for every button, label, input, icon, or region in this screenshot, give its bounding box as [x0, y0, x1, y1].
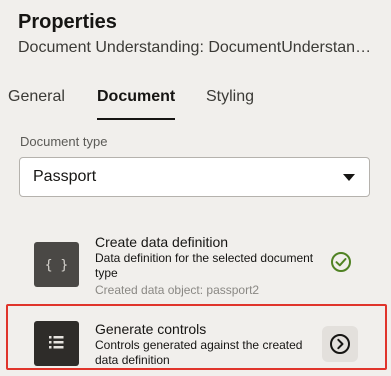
tab-bar: General Document Styling	[0, 86, 391, 122]
form-list-icon	[34, 321, 79, 366]
step-meta: Created data object: passport2	[95, 283, 260, 297]
panel-title: Properties	[18, 11, 117, 33]
document-type-select[interactable]: Passport	[19, 157, 370, 197]
tab-document[interactable]: Document	[97, 86, 176, 120]
properties-panel: Properties Document Understanding: Docum…	[0, 0, 391, 376]
step-generate-controls: Generate controls Controls generated aga…	[34, 321, 369, 368]
step-title: Generate controls	[95, 321, 207, 337]
caret-down-icon	[343, 174, 355, 181]
tab-general[interactable]: General	[8, 86, 65, 108]
step-description: Controls generated against the created d…	[95, 338, 303, 367]
step-title: Create data definition	[95, 234, 229, 250]
panel-subtitle: Document Understanding: DocumentUndersta…	[18, 39, 374, 56]
chevron-right-circle-icon	[330, 334, 350, 354]
step-description: Data definition for the selected documen…	[95, 251, 314, 280]
step-text: Create data definition Data definition f…	[95, 234, 315, 298]
step-text: Generate controls Controls generated aga…	[95, 321, 315, 368]
document-type-label: Document type	[20, 134, 108, 149]
check-circle-icon	[330, 251, 352, 273]
curly-braces-icon: { }	[34, 242, 79, 287]
panel-header: Properties Document Understanding: Docum…	[18, 10, 378, 58]
generate-controls-button[interactable]	[322, 326, 358, 362]
step-create-data-definition: { } Create data definition Data definiti…	[34, 234, 369, 298]
svg-text:{ }: { }	[45, 258, 68, 273]
tab-styling[interactable]: Styling	[206, 86, 254, 108]
document-type-value: Passport	[33, 168, 97, 185]
